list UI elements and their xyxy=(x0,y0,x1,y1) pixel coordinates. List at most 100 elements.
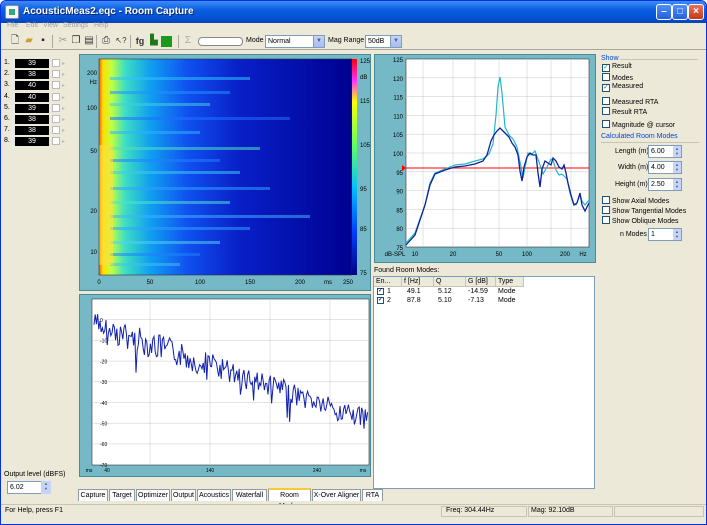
channel-row: 3. 40 ▸ xyxy=(4,81,72,91)
table-row[interactable]: ✓ 1 49.1 5.12 -14.59 Mode xyxy=(374,288,594,297)
channel-options-icon[interactable]: ▸ xyxy=(62,116,68,123)
output-level-spinner[interactable]: ▲ ▼ xyxy=(41,481,51,494)
waterfall-y-tick: 10 xyxy=(90,250,97,256)
checkbox-box[interactable]: ✓ xyxy=(602,84,610,92)
app-icon[interactable] xyxy=(5,5,19,19)
col-type[interactable]: Type xyxy=(496,277,524,287)
channel-options-icon[interactable]: ▸ xyxy=(62,138,68,145)
channel-level[interactable]: 38 xyxy=(12,70,49,80)
width-spinner[interactable]: ▲ ▼ xyxy=(673,162,681,173)
channel-checkbox[interactable] xyxy=(52,103,60,112)
channel-checkbox[interactable] xyxy=(52,126,60,135)
col-frequency[interactable]: f [Hz] xyxy=(402,277,434,287)
height-input[interactable]: 2.50 ▲ ▼ xyxy=(648,178,682,191)
mode-select[interactable]: Normal ▼ xyxy=(265,35,325,48)
show-axial-modes-checkbox[interactable]: Show Axial Modes xyxy=(602,196,669,205)
channel-options-icon[interactable]: ▸ xyxy=(62,105,68,112)
sigma-icon[interactable]: Σ xyxy=(182,35,194,47)
tab-x-over-aligner[interactable]: X-Over Aligner xyxy=(312,489,361,501)
waterfall-plot[interactable]: 200 Hz 100 50 20 10 0 50 100 150 200 ms 250 125 dB 11… xyxy=(79,54,371,291)
impulse-response-plot[interactable]: 0 -10 -20 -30 -40 -50 -60 -70 ms 40 140 240 ms xyxy=(79,294,371,477)
tab-acoustics[interactable]: Acoustics xyxy=(197,489,231,501)
channel-checkbox[interactable] xyxy=(52,92,60,101)
menu-edit[interactable]: Edit xyxy=(26,22,38,29)
maximize-button[interactable]: □ xyxy=(672,4,688,20)
copy-icon[interactable]: ❐ xyxy=(70,35,82,47)
table-row[interactable]: ✓ 2 87.8 5.10 -7.13 Mode xyxy=(374,297,594,306)
checkbox-box[interactable] xyxy=(602,73,610,81)
print-icon[interactable]: ⎙ xyxy=(100,35,112,47)
show-option-checkbox[interactable]: Measured RTA xyxy=(602,97,658,106)
show-tangential-modes-checkbox[interactable]: Show Tangential Modes xyxy=(602,206,686,215)
show-option-checkbox[interactable]: ✓ Measured xyxy=(602,83,643,92)
height-spinner[interactable]: ▲ ▼ xyxy=(673,179,681,190)
new-file-icon[interactable]: 🗋 xyxy=(9,35,21,47)
tab-rta[interactable]: RTA xyxy=(362,489,383,501)
checkbox-box[interactable] xyxy=(602,120,610,128)
save-icon[interactable]: ▪ xyxy=(37,35,49,47)
channel-level[interactable]: 38 xyxy=(12,115,49,124)
col-gain[interactable]: G [dB] xyxy=(466,277,496,287)
tab-target[interactable]: Target xyxy=(109,489,135,501)
tab-output[interactable]: Output xyxy=(171,489,196,501)
mode-enabled-checkbox[interactable]: ✓ xyxy=(377,288,384,295)
checkbox-box[interactable]: ✓ xyxy=(602,64,610,72)
length-spinner[interactable]: ▲ ▼ xyxy=(673,146,681,157)
channel-level[interactable]: 38 xyxy=(12,126,49,136)
open-folder-icon[interactable]: ▰ xyxy=(23,35,35,47)
cell-gain: -14.59 xyxy=(468,288,488,295)
channel-options-icon[interactable]: ▸ xyxy=(62,127,68,134)
menu-help[interactable]: Help xyxy=(94,22,108,29)
channel-level[interactable]: 40 xyxy=(12,92,49,102)
width-input[interactable]: 4.00 ▲ ▼ xyxy=(648,161,682,174)
channel-options-icon[interactable]: ▸ xyxy=(62,94,68,101)
channel-options-icon[interactable]: ▸ xyxy=(62,60,68,67)
channel-checkbox[interactable] xyxy=(52,81,60,90)
channel-level[interactable]: 39 xyxy=(12,103,49,113)
channel-options-icon[interactable]: ▸ xyxy=(62,82,68,89)
channel-checkbox[interactable] xyxy=(52,59,60,67)
chart-green-icon[interactable]: ▙ xyxy=(148,35,160,47)
help-cursor-icon[interactable]: ↖? xyxy=(115,35,127,47)
checkbox-box[interactable] xyxy=(602,107,610,115)
freq-y-tick: 110 xyxy=(393,114,403,120)
n-modes-input[interactable]: 1 ▲ ▼ xyxy=(648,228,682,241)
show-option-checkbox[interactable]: Result RTA xyxy=(602,107,647,116)
col-enabled[interactable]: En... xyxy=(374,277,402,287)
length-input[interactable]: 6.00 ▲ ▼ xyxy=(648,145,682,158)
channel-checkbox[interactable] xyxy=(52,115,60,123)
channel-checkbox[interactable] xyxy=(52,70,60,79)
menu-view[interactable]: View xyxy=(43,22,58,29)
channel-checkbox[interactable] xyxy=(52,137,60,146)
channel-level[interactable]: 40 xyxy=(12,81,49,91)
found-modes-table[interactable]: En... f [Hz] Q G [dB] Type ✓ 1 49.1 5.12… xyxy=(373,276,595,489)
green-square-icon[interactable] xyxy=(161,36,172,47)
channel-level[interactable]: 39 xyxy=(12,137,49,147)
show-option-checkbox[interactable]: Magnitude @ cursor xyxy=(602,120,675,129)
channel-number: 4. xyxy=(4,92,10,100)
close-button[interactable]: × xyxy=(688,4,704,20)
tab-optimizer[interactable]: Optimizer xyxy=(136,489,170,501)
mode-enabled-checkbox[interactable]: ✓ xyxy=(377,297,384,304)
tab-capture[interactable]: Capture xyxy=(78,489,108,501)
channel-level[interactable]: 39 xyxy=(12,59,49,68)
paste-icon[interactable]: ▤ xyxy=(83,35,95,47)
minimize-button[interactable]: – xyxy=(656,4,672,20)
show-oblique-modes-checkbox[interactable]: Show Oblique Modes xyxy=(602,216,679,225)
colorbar-tick: 75 xyxy=(360,271,367,277)
fg-icon[interactable]: fg xyxy=(134,35,146,47)
output-level-input[interactable]: 6.02 ▲ ▼ xyxy=(7,481,51,494)
tab-waterfall[interactable]: Waterfall xyxy=(232,489,267,501)
frequency-response-plot[interactable]: 125 120 115 110 105 100 95 90 85 80 75 dB-SPL 10 20 5… xyxy=(374,54,596,263)
channel-options-icon[interactable]: ▸ xyxy=(62,71,68,78)
tab-room-modes[interactable]: Room Modes xyxy=(268,488,311,510)
mag-range-select[interactable]: 50dB ▼ xyxy=(365,35,402,48)
col-q[interactable]: Q xyxy=(434,277,466,287)
cut-icon[interactable]: ✂ xyxy=(57,35,69,47)
checkbox-box[interactable] xyxy=(602,97,610,105)
show-option-checkbox[interactable]: Modes xyxy=(602,73,633,82)
menu-settings[interactable]: Settings xyxy=(63,22,88,29)
n-modes-spinner[interactable]: ▲ ▼ xyxy=(673,229,681,240)
menu-file[interactable]: File xyxy=(7,22,18,29)
show-option-checkbox[interactable]: ✓ Result xyxy=(602,63,632,72)
